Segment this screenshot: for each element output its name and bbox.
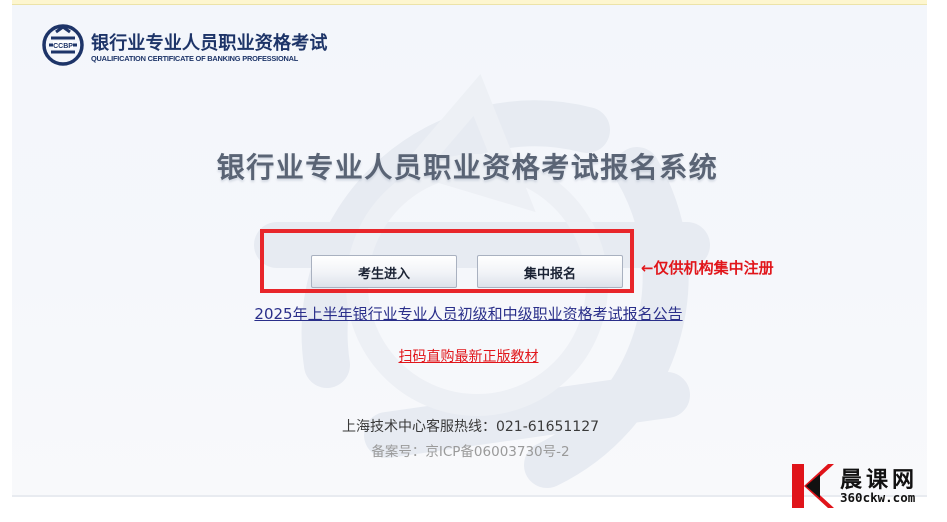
candidate-enter-button[interactable]: 考生进入 bbox=[311, 255, 457, 288]
ccbp-logo-icon: CCBP bbox=[42, 24, 84, 66]
brand-title-en: QUALIFICATION CERTIFICATE OF BANKING PRO… bbox=[91, 54, 299, 63]
textbook-purchase-link[interactable]: 扫码直购最新正版教材 bbox=[0, 346, 937, 366]
brand-title-cn: 银行业专业人员职业资格考试 bbox=[91, 33, 328, 54]
logo-text: CCBP bbox=[53, 43, 73, 50]
registration-notice-link[interactable]: 2025年上半年银行业专业人员初级和中级职业资格考试报名公告 bbox=[0, 303, 937, 324]
site-watermark: 晨课网 360ckw.com bbox=[790, 460, 940, 515]
support-hotline: 上海技术中心客服热线：021-61651127 bbox=[341, 419, 600, 435]
site-url: 360ckw.com bbox=[840, 490, 916, 505]
batch-registration-button[interactable]: 集中报名 bbox=[477, 255, 623, 288]
k-logo-icon bbox=[792, 464, 834, 508]
institution-only-annotation: ←仅供机构集中注册 bbox=[641, 259, 774, 277]
icp-record-number: 备案号：京ICP备06003730号-2 bbox=[371, 444, 570, 460]
system-title: 银行业专业人员职业资格考试报名系统 bbox=[216, 151, 719, 184]
